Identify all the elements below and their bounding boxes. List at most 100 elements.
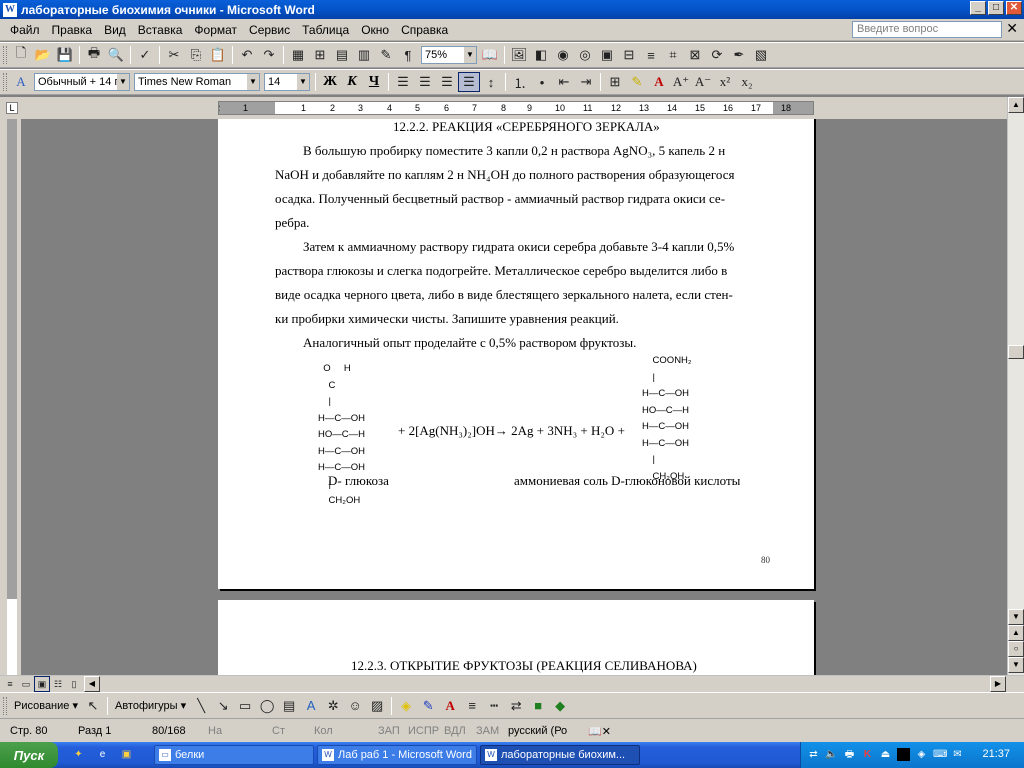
- antivirus-icon[interactable]: K: [861, 748, 874, 761]
- bullets-icon[interactable]: •: [531, 72, 553, 92]
- outline-view-icon[interactable]: ☷: [50, 676, 66, 692]
- page-80[interactable]: 12.2.2. РЕАКЦИЯ «СЕРЕБРЯНОГО ЗЕРКАЛА» В …: [218, 119, 814, 589]
- circle-shape-icon[interactable]: ◉: [552, 45, 574, 65]
- desktop-icon[interactable]: ▣: [120, 748, 133, 761]
- menu-insert[interactable]: Вставка: [132, 23, 189, 37]
- insert-excel-icon[interactable]: ▤: [331, 45, 353, 65]
- task-lab-rab[interactable]: W Лаб раб 1 - Microsoft Word: [317, 745, 477, 765]
- dash-style-icon[interactable]: ┅: [483, 696, 505, 716]
- oval-icon[interactable]: ◯: [256, 696, 278, 716]
- safely-remove-icon[interactable]: ⏏: [879, 748, 892, 761]
- scroll-down-icon[interactable]: ▼: [1008, 609, 1024, 625]
- picture-icon[interactable]: ▨: [366, 696, 388, 716]
- align-left-object-icon[interactable]: ◧: [530, 45, 552, 65]
- cut-icon[interactable]: ✂: [163, 45, 185, 65]
- horizontal-ruler[interactable]: 2 1 1 2 3 4 5 6 7 8 9 10 11 12 13 14 15 …: [218, 101, 814, 115]
- autoshapes-menu[interactable]: Автофигуры ▾: [111, 699, 190, 712]
- zoom-select[interactable]: 75% ▼: [421, 46, 477, 64]
- text-box-icon[interactable]: ▤: [278, 696, 300, 716]
- superscript-icon[interactable]: x²: [714, 72, 736, 92]
- line-icon[interactable]: ╲: [190, 696, 212, 716]
- volume-icon[interactable]: 🔈: [825, 748, 838, 761]
- draw-menu[interactable]: Рисование ▾: [10, 699, 82, 712]
- borders-icon[interactable]: ⊞: [604, 72, 626, 92]
- grow-font-icon[interactable]: A⁺: [670, 72, 692, 92]
- menu-tools[interactable]: Сервис: [243, 23, 296, 37]
- show-formatting-icon[interactable]: ¶: [397, 45, 419, 65]
- properties-icon[interactable]: ▧: [750, 45, 772, 65]
- close-object-icon[interactable]: ⊠: [684, 45, 706, 65]
- font-size-select[interactable]: 14 ▼: [264, 73, 310, 91]
- clock[interactable]: 21:37: [982, 748, 1010, 760]
- 3d-icon[interactable]: ◆: [549, 696, 571, 716]
- subscript-icon[interactable]: x₂: [736, 72, 758, 92]
- insert-table-icon[interactable]: ⊞: [309, 45, 331, 65]
- scroll-thumb[interactable]: [1008, 345, 1024, 359]
- help-question-input[interactable]: Введите вопрос: [852, 21, 1002, 38]
- decrease-indent-icon[interactable]: ⇤: [553, 72, 575, 92]
- paste-icon[interactable]: 📋: [207, 45, 229, 65]
- styles-pane-icon[interactable]: A: [10, 72, 32, 92]
- crop-icon[interactable]: ⌗: [662, 45, 684, 65]
- document-close-button[interactable]: ✕: [1006, 20, 1018, 37]
- menu-table[interactable]: Таблица: [296, 23, 355, 37]
- next-page-icon[interactable]: ▼: [1008, 657, 1024, 673]
- page-81[interactable]: 12.2.3. ОТКРЫТИЕ ФРУКТОЗЫ (РЕАКЦИЯ СЕЛИВ…: [218, 600, 814, 675]
- rectangle-icon[interactable]: ▭: [234, 696, 256, 716]
- align-right-icon[interactable]: ☰: [436, 72, 458, 92]
- redo-icon[interactable]: ↷: [258, 45, 280, 65]
- scroll-up-icon[interactable]: ▲: [1008, 97, 1024, 113]
- toolbar-grip[interactable]: [3, 696, 7, 715]
- status-track-changes[interactable]: ИСПР: [408, 725, 439, 737]
- ie-icon[interactable]: e: [96, 748, 109, 761]
- keyboard-layout-icon[interactable]: ⌨: [933, 748, 947, 761]
- reading-view-icon[interactable]: ▯: [66, 676, 82, 692]
- task-belki[interactable]: ▭ белки: [154, 745, 314, 765]
- pen-icon[interactable]: ✒: [728, 45, 750, 65]
- menu-file[interactable]: Файл: [4, 23, 46, 37]
- tab-selector-icon[interactable]: L: [6, 102, 18, 114]
- menu-format[interactable]: Формат: [188, 23, 243, 37]
- status-record[interactable]: ЗАП: [378, 725, 400, 737]
- status-language[interactable]: русский (Ро: [508, 725, 567, 737]
- font-color-icon[interactable]: A: [648, 72, 670, 92]
- menu-window[interactable]: Окно: [355, 23, 395, 37]
- underline-button[interactable]: Ч: [363, 72, 385, 92]
- line-color-icon[interactable]: ✎: [417, 696, 439, 716]
- shadow-icon[interactable]: ■: [527, 696, 549, 716]
- line-style-icon[interactable]: ≡: [640, 45, 662, 65]
- tables-borders-icon[interactable]: ▦: [287, 45, 309, 65]
- copy-icon[interactable]: ⎘: [185, 45, 207, 65]
- numbering-icon[interactable]: ⒈: [509, 72, 531, 92]
- print-layout-icon[interactable]: ▣: [34, 676, 50, 692]
- maximize-button[interactable]: □: [988, 1, 1004, 15]
- vertical-ruler[interactable]: [0, 119, 22, 675]
- menu-help[interactable]: Справка: [395, 23, 454, 37]
- network-icon[interactable]: ⇄: [807, 748, 820, 761]
- menu-edit[interactable]: Правка: [46, 23, 99, 37]
- highlight-icon[interactable]: ✎: [626, 72, 648, 92]
- device-icon[interactable]: ◈: [915, 748, 928, 761]
- toolbar-grip[interactable]: [3, 46, 7, 64]
- messenger-icon[interactable]: ✉: [951, 748, 964, 761]
- align-left-icon[interactable]: ☰: [392, 72, 414, 92]
- scroll-right-icon[interactable]: ▶: [990, 676, 1006, 692]
- font-select[interactable]: Times New Roman ▼: [134, 73, 260, 91]
- bold-button[interactable]: Ж: [319, 72, 341, 92]
- increase-indent-icon[interactable]: ⇥: [575, 72, 597, 92]
- scroll-left-icon[interactable]: ◀: [84, 676, 100, 692]
- insert-picture-icon[interactable]: 🖼: [508, 45, 530, 65]
- web-view-icon[interactable]: ▭: [18, 676, 34, 692]
- word-app-icon[interactable]: W: [3, 2, 17, 17]
- status-overtype[interactable]: ЗАМ: [476, 725, 499, 737]
- horizontal-scrollbar[interactable]: ≡ ▭ ▣ ☷ ▯ ◀ ▶: [0, 675, 1024, 692]
- spelling-status-icon[interactable]: 📖✕: [588, 725, 611, 738]
- align-center-icon[interactable]: ☰: [414, 72, 436, 92]
- browse-object-icon[interactable]: ○: [1008, 641, 1024, 657]
- fill-color-icon[interactable]: ◈: [395, 696, 417, 716]
- minimize-button[interactable]: _: [970, 1, 986, 15]
- status-extend[interactable]: ВДЛ: [444, 725, 466, 737]
- line-spacing-icon[interactable]: ↕: [480, 72, 502, 92]
- normal-view-icon[interactable]: ≡: [2, 676, 18, 692]
- quicklaunch-icon[interactable]: ✦: [72, 748, 85, 761]
